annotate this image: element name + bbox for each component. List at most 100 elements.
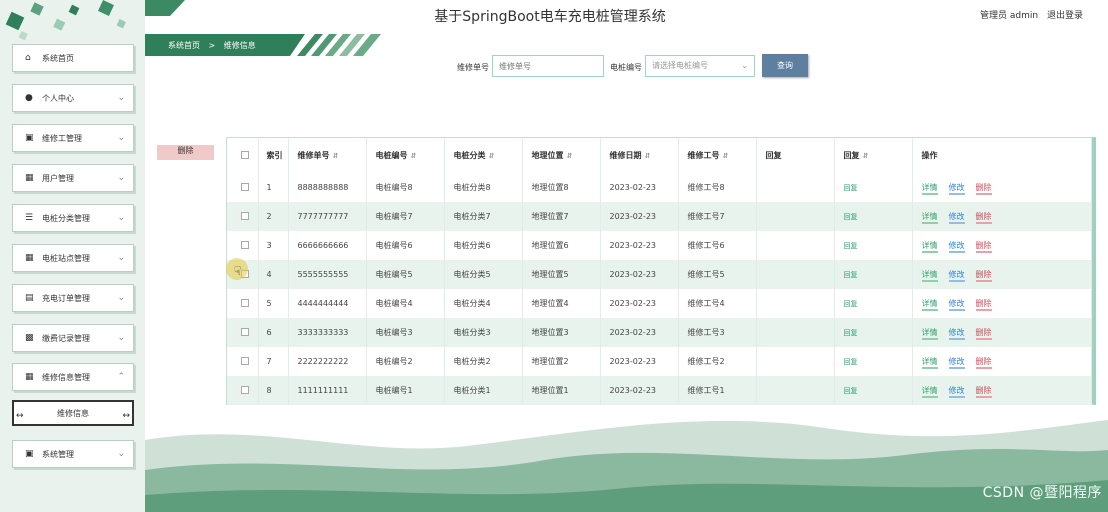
reply-link[interactable]: 回复: [844, 387, 858, 395]
row-checkbox[interactable]: [227, 318, 259, 347]
table-row: 8 1111111111 电桩编号1 电桩分类1 地理位置1 2023-02-23 维修工号…: [227, 376, 1092, 405]
edit-button[interactable]: 修改: [948, 328, 965, 340]
reply-link[interactable]: 回复: [844, 271, 858, 279]
sidebar-item-users[interactable]: ▦ 用户管理 ⌄: [12, 164, 134, 192]
breadcrumb-home[interactable]: 系统首页: [168, 41, 200, 50]
row-checkbox[interactable]: [227, 231, 259, 260]
sidebar-item-pile-category[interactable]: ☰ 电桩分类管理 ⌄: [12, 204, 134, 232]
sidebar-item-repair-worker[interactable]: ▣ 维修工管理 ⌄: [12, 124, 134, 152]
delete-button[interactable]: 删除: [975, 183, 992, 195]
detail-button[interactable]: 详情: [921, 328, 938, 340]
row-index: 1: [258, 173, 289, 202]
header-reply-status[interactable]: 回复 ⇵: [834, 138, 913, 173]
hand-cursor-icon: ☟: [234, 264, 242, 278]
cell-repair-no: 5555555555: [288, 260, 367, 289]
header-pile-no[interactable]: 电桩编号 ⇵: [366, 138, 445, 173]
edit-button[interactable]: 修改: [948, 212, 965, 224]
edit-button[interactable]: 修改: [948, 386, 965, 398]
reply-link[interactable]: 回复: [844, 300, 858, 308]
cell-pile-no: 电桩编号2: [366, 347, 445, 376]
cell-repair-no: 8888888888: [288, 173, 367, 202]
delete-button[interactable]: 删除: [975, 386, 992, 398]
user-label: 管理员 admin: [980, 11, 1039, 21]
clipboard-icon: ▩: [25, 332, 34, 343]
cell-date: 2023-02-23: [600, 318, 679, 347]
detail-button[interactable]: 详情: [921, 357, 938, 369]
sidebar-item-repair-info[interactable]: ▦ 维修信息管理 ⌃: [12, 363, 134, 391]
cell-category: 电桩分类6: [444, 231, 523, 260]
header-reply: 回复: [756, 138, 835, 173]
breadcrumb-current: 维修信息: [223, 41, 256, 50]
edit-button[interactable]: 修改: [948, 241, 965, 253]
sidebar-item-home[interactable]: ⌂ 系统首页: [12, 44, 134, 72]
row-checkbox[interactable]: [227, 289, 259, 318]
cell-reply-link: 回复: [834, 173, 913, 202]
detail-button[interactable]: 详情: [921, 299, 938, 311]
header-worker-no[interactable]: 维修工号 ⇵: [678, 138, 757, 173]
cell-category: 电桩分类3: [444, 318, 523, 347]
breadcrumb: 系统首页 > 维修信息: [168, 40, 262, 51]
header-pile-category[interactable]: 电桩分类 ⇵: [444, 138, 523, 173]
sidebar-item-pile-station[interactable]: ▦ 电桩站点管理 ⌄: [12, 244, 134, 272]
sidebar-item-personal-center[interactable]: ● 个人中心 ⌄: [12, 84, 134, 112]
detail-button[interactable]: 详情: [921, 212, 938, 224]
sidebar-item-charge-order[interactable]: ▤ 充电订单管理 ⌄: [12, 284, 134, 312]
pile-no-label: 电桩编号: [610, 63, 642, 72]
query-button[interactable]: 查询: [762, 54, 808, 77]
row-checkbox[interactable]: [227, 376, 259, 405]
detail-button[interactable]: 详情: [921, 386, 938, 398]
edit-button[interactable]: 修改: [948, 299, 965, 311]
detail-button[interactable]: 详情: [921, 270, 938, 282]
batch-delete-button[interactable]: 删除: [157, 145, 214, 160]
delete-button[interactable]: 删除: [975, 212, 992, 224]
page-title: 基于SpringBoot电车充电桩管理系统: [434, 9, 666, 25]
edit-button[interactable]: 修改: [948, 357, 965, 369]
reply-link[interactable]: 回复: [844, 184, 858, 192]
document-icon: ▤: [25, 292, 34, 303]
header-location[interactable]: 地理位置 ⇵: [522, 138, 601, 173]
select-all-checkbox[interactable]: [227, 138, 259, 173]
delete-button[interactable]: 删除: [975, 270, 992, 282]
delete-button[interactable]: 删除: [975, 357, 992, 369]
delete-button[interactable]: 删除: [975, 328, 992, 340]
table-row: 7 2222222222 电桩编号2 电桩分类2 地理位置2 2023-02-23 维修工号…: [227, 347, 1092, 376]
arrow-left-icon: ↔: [16, 411, 24, 421]
submenu-item-repair-info[interactable]: ↔ 维修信息 ↔: [12, 400, 134, 426]
repair-no-input[interactable]: [492, 55, 604, 77]
sort-icon: ⇵: [862, 152, 869, 160]
row-index: 5: [258, 289, 289, 318]
chevron-down-icon: ⌄: [741, 61, 748, 70]
reply-link[interactable]: 回复: [844, 329, 858, 337]
detail-button[interactable]: 详情: [921, 241, 938, 253]
reply-link[interactable]: 回复: [844, 213, 858, 221]
reply-link[interactable]: 回复: [844, 242, 858, 250]
header-date[interactable]: 维修日期 ⇵: [600, 138, 679, 173]
detail-button[interactable]: 详情: [921, 183, 938, 195]
logout-link[interactable]: 退出登录: [1047, 11, 1083, 21]
cell-date: 2023-02-23: [600, 202, 679, 231]
cell-worker: 维修工号2: [678, 347, 757, 376]
row-checkbox[interactable]: [227, 202, 259, 231]
edit-button[interactable]: 修改: [948, 270, 965, 282]
table-header-row: 索引 维修单号 ⇵ 电桩编号 ⇵ 电桩分类 ⇵ 地理位置 ⇵ 维修日期 ⇵ 维修工号 ⇵ 回…: [227, 138, 1092, 173]
sidebar-item-system[interactable]: ▣ 系统管理 ⌄: [12, 440, 134, 468]
sidebar-item-payment-record[interactable]: ▩ 缴费记录管理 ⌄: [12, 324, 134, 352]
sidebar-decoration: [0, 0, 145, 45]
cell-reply: [756, 318, 835, 347]
cell-reply: [756, 289, 835, 318]
reply-link[interactable]: 回复: [844, 358, 858, 366]
edit-button[interactable]: 修改: [948, 183, 965, 195]
header-repair-no[interactable]: 维修单号 ⇵: [288, 138, 367, 173]
delete-button[interactable]: 删除: [975, 299, 992, 311]
sidebar-item-label: 电桩站点管理: [42, 253, 90, 263]
row-checkbox[interactable]: [227, 173, 259, 202]
delete-button[interactable]: 删除: [975, 241, 992, 253]
monitor-icon: ▣: [25, 448, 34, 459]
pile-no-select[interactable]: 请选择电桩编号 ⌄: [645, 55, 755, 77]
cell-repair-no: 1111111111: [288, 376, 367, 405]
cell-worker: 维修工号7: [678, 202, 757, 231]
row-index: 7: [258, 347, 289, 376]
row-checkbox[interactable]: [227, 347, 259, 376]
sidebar: ⌂ 系统首页 ● 个人中心 ⌄ ▣ 维修工管理 ⌄ ▦ 用户管理 ⌄ ☰ 电桩分…: [0, 0, 145, 512]
row-index: 8: [258, 376, 289, 405]
